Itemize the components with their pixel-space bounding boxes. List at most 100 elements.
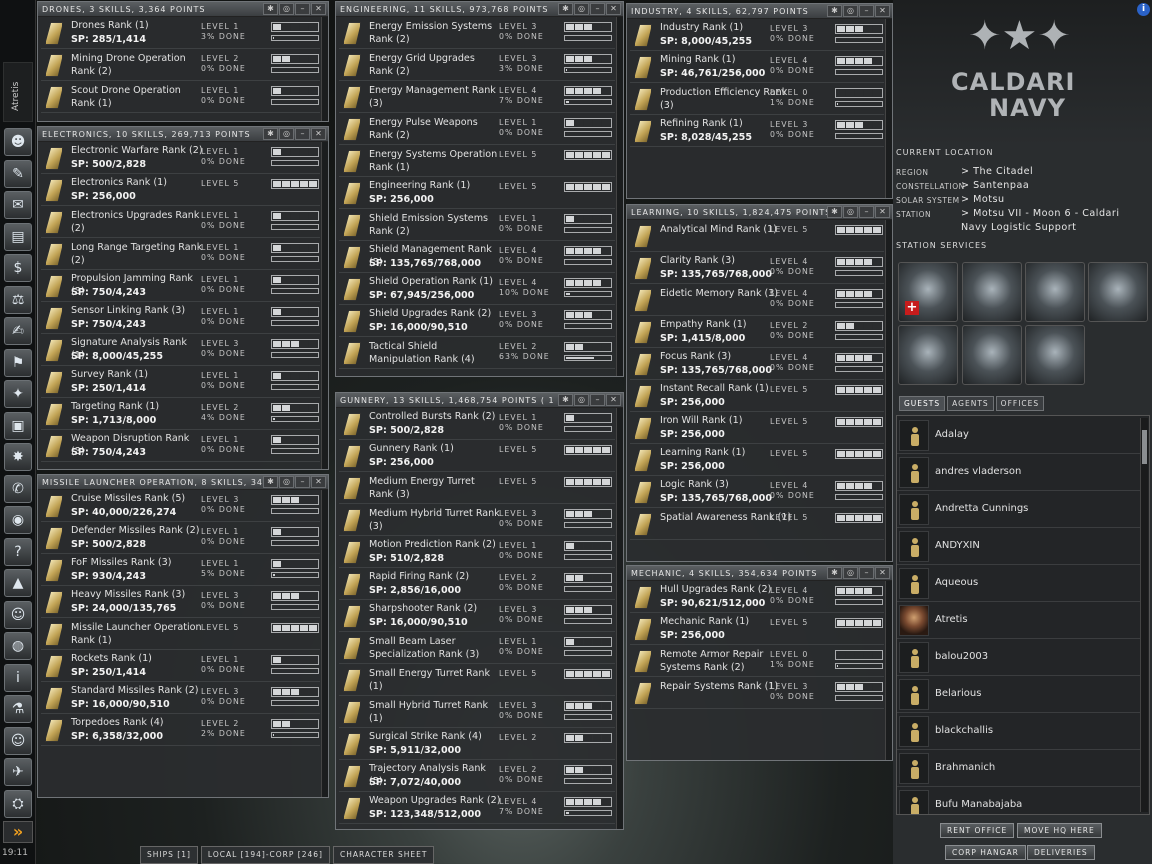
fitting-icon[interactable]: ✈ [4, 758, 32, 786]
guest-name[interactable]: Adalay [935, 429, 969, 440]
options-icon[interactable]: ◎ [574, 394, 589, 406]
skill-row[interactable]: Refining Rank (1) SP: 8,028/45,255 LEVEL… [630, 116, 884, 147]
skill-row[interactable]: Sharpshooter Rank (2) SP: 16,000/90,510 … [339, 601, 615, 632]
guest-name[interactable]: Bufu Manabajaba [935, 799, 1022, 810]
repair-service-icon[interactable] [962, 262, 1022, 322]
location-value[interactable]: > Motsu VII - Moon 6 - Caldari [961, 208, 1120, 219]
skill-window-industry[interactable]: INDUSTRY, 4 SKILLS, 62,797 POINTS ✱ ◎ – ✕ I… [626, 3, 893, 199]
window-scrollbar[interactable] [885, 19, 892, 198]
close-icon[interactable]: ✕ [606, 394, 621, 406]
close-icon[interactable]: ✕ [311, 128, 326, 140]
fleet-icon[interactable]: ✦ [4, 380, 32, 408]
guest-row[interactable]: balou2003 [897, 639, 1141, 676]
options-icon[interactable]: ◎ [843, 5, 858, 17]
guest-row[interactable]: Andretta Cunnings [897, 491, 1141, 528]
skill-window-gunnery[interactable]: GUNNERY, 13 SKILLS, 1,468,754 POINTS ( 1… [335, 392, 624, 830]
skill-row[interactable]: Spatial Awareness Rank (1) LEVEL 5 [630, 509, 884, 540]
pin-icon[interactable]: ✱ [827, 206, 842, 218]
corporation-icon[interactable]: ⚑ [4, 348, 32, 377]
skill-row[interactable]: Cruise Missiles Rank (5) SP: 40,000/226,… [41, 491, 320, 522]
pin-icon[interactable]: ✱ [263, 476, 278, 488]
skill-row[interactable]: Targeting Rank (1) SP: 1,713/8,000 LEVEL… [41, 399, 320, 430]
location-value[interactable]: > Santenpaa [961, 180, 1029, 191]
minimize-icon[interactable]: – [295, 476, 310, 488]
skill-row[interactable]: Drones Rank (1) SP: 285/1,414 LEVEL 1 3% … [41, 18, 320, 49]
window-scrollbar[interactable] [885, 581, 892, 760]
skill-row[interactable]: Standard Missiles Rank (2) SP: 16,000/90… [41, 683, 320, 714]
guest-row[interactable]: ANDYXIN [897, 528, 1141, 565]
options-icon[interactable]: ◎ [279, 476, 294, 488]
skill-row[interactable]: Medium Energy Turret Rank (3) LEVEL 5 [339, 473, 615, 504]
minimize-icon[interactable]: – [295, 128, 310, 140]
skill-row[interactable]: Missile Launcher Operation Rank (1) LEVE… [41, 619, 320, 650]
guest-row[interactable]: Brahmanich [897, 750, 1141, 787]
skill-row[interactable]: Torpedoes Rank (4) SP: 6,358/32,000 LEVE… [41, 715, 320, 746]
pin-icon[interactable]: ✱ [827, 5, 842, 17]
reprocessing-service-icon[interactable] [1025, 262, 1085, 322]
pin-icon[interactable]: ✱ [827, 567, 842, 579]
skill-row[interactable]: Gunnery Rank (1) SP: 256,000 LEVEL 5 [339, 441, 615, 472]
skill-row[interactable]: Mining Rank (1) SP: 46,761/256,000 LEVEL… [630, 52, 884, 83]
local-chat-tab[interactable]: LOCAL [194]-CORP [246] [200, 846, 330, 864]
location-value[interactable]: > The Citadel [961, 166, 1033, 177]
wallet-icon[interactable]: $ [4, 254, 32, 282]
deliveries-button[interactable]: DELIVERIES [1027, 845, 1095, 860]
pin-icon[interactable]: ✱ [558, 394, 573, 406]
skill-row[interactable]: Iron Will Rank (1) SP: 256,000 LEVEL 5 [630, 413, 884, 444]
guest-name[interactable]: andres vladerson [935, 466, 1021, 477]
guest-row[interactable]: Atretis [897, 602, 1141, 639]
skill-row[interactable]: Small Hybrid Turret Rank (1) LEVEL 3 0% D… [339, 697, 615, 728]
options-icon[interactable]: ◎ [843, 567, 858, 579]
character-sheet-tab[interactable]: CHARACTER SHEET [332, 846, 435, 864]
skill-row[interactable]: Shield Operation Rank (1) SP: 67,945/256… [339, 274, 615, 305]
window-scrollbar[interactable] [616, 408, 623, 829]
skill-window-learning[interactable]: LEARNING, 10 SKILLS, 1,824,475 POINTS ✱ ◎… [626, 204, 893, 562]
minimize-icon[interactable]: – [295, 3, 310, 15]
skill-row[interactable]: Hull Upgrades Rank (2) SP: 90,621/512,00… [630, 582, 884, 613]
skill-row[interactable]: Energy Grid Upgrades Rank (2) LEVEL 3 3% … [339, 50, 615, 81]
move-hq-button[interactable]: MOVE HQ HERE [1017, 823, 1102, 838]
contracts-icon[interactable]: ✍ [4, 317, 32, 345]
skill-row[interactable]: Engineering Rank (1) SP: 256,000 LEVEL 5 [339, 178, 615, 209]
guest-row[interactable]: Belarious [897, 676, 1141, 713]
pin-icon[interactable]: ✱ [263, 128, 278, 140]
skill-row[interactable]: Trajectory Analysis Rank (5) SP: 7,072/4… [339, 761, 615, 792]
pin-icon[interactable]: ✱ [558, 3, 573, 15]
guest-scroll-thumb[interactable] [1142, 430, 1147, 464]
journal-icon[interactable]: ✆ [4, 474, 32, 503]
portrait-icon[interactable]: ☺ [4, 726, 32, 755]
skill-row[interactable]: Analytical Mind Rank (1) LEVEL 5 [630, 221, 884, 252]
skill-icon[interactable]: ✎ [4, 159, 32, 188]
rent-office-button[interactable]: RENT OFFICE [940, 823, 1015, 838]
skill-row[interactable]: Defender Missiles Rank (2) SP: 500/2,828… [41, 523, 320, 554]
neocom-expand-button[interactable]: » [3, 821, 33, 843]
science-icon[interactable]: ⚗ [4, 695, 32, 723]
skill-row[interactable]: Medium Hybrid Turret Rank (3) LEVEL 3 0% … [339, 505, 615, 536]
fitting-service-icon[interactable] [898, 325, 958, 385]
market-icon[interactable]: ⚖ [4, 285, 32, 314]
skill-window-mechanic[interactable]: MECHANIC, 4 SKILLS, 354,634 POINTS ✱ ◎ – ✕ … [626, 565, 893, 761]
pin-icon[interactable]: ✱ [263, 3, 278, 15]
skill-row[interactable]: Learning Rank (1) SP: 256,000 LEVEL 5 [630, 445, 884, 476]
skill-row[interactable]: Tactical Shield Manipulation Rank (4) LE… [339, 338, 615, 369]
skill-row[interactable]: Production Efficiency Rank (3) LEVEL 0 1%… [630, 84, 884, 115]
insurance-service-icon[interactable] [962, 325, 1022, 385]
guest-name[interactable]: Aqueous [935, 577, 978, 588]
location-value[interactable]: Navy Logistic Support [961, 222, 1076, 233]
skill-row[interactable]: Heavy Missiles Rank (3) SP: 24,000/135,7… [41, 587, 320, 618]
skill-row[interactable]: Energy Systems Operation Rank (1) LEVEL … [339, 146, 615, 177]
location-value[interactable]: > Motsu [961, 194, 1005, 205]
skill-row[interactable]: Survey Rank (1) SP: 250/1,414 LEVEL 1 0% … [41, 367, 320, 398]
skill-row[interactable]: Rapid Firing Rank (2) SP: 2,856/16,000 L… [339, 569, 615, 600]
skill-row[interactable]: Focus Rank (3) SP: 135,765/768,000 LEVEL… [630, 349, 884, 380]
skill-row[interactable]: Weapon Upgrades Rank (2) SP: 123,348/512… [339, 793, 615, 824]
info-icon[interactable]: i [1137, 3, 1150, 16]
corp-hangar-button[interactable]: CORP HANGAR [945, 845, 1026, 860]
options-icon[interactable]: ◎ [279, 128, 294, 140]
browser-icon[interactable]: ◍ [4, 632, 32, 660]
skill-window-electronics[interactable]: ELECTRONICS, 10 SKILLS, 269,713 POINTS ✱… [37, 126, 329, 470]
help-icon[interactable]: ? [4, 537, 32, 566]
close-icon[interactable]: ✕ [875, 206, 890, 218]
skill-row[interactable]: Eidetic Memory Rank (3) LEVEL 4 0% DONE [630, 285, 884, 316]
guest-row[interactable]: Aqueous [897, 565, 1141, 602]
